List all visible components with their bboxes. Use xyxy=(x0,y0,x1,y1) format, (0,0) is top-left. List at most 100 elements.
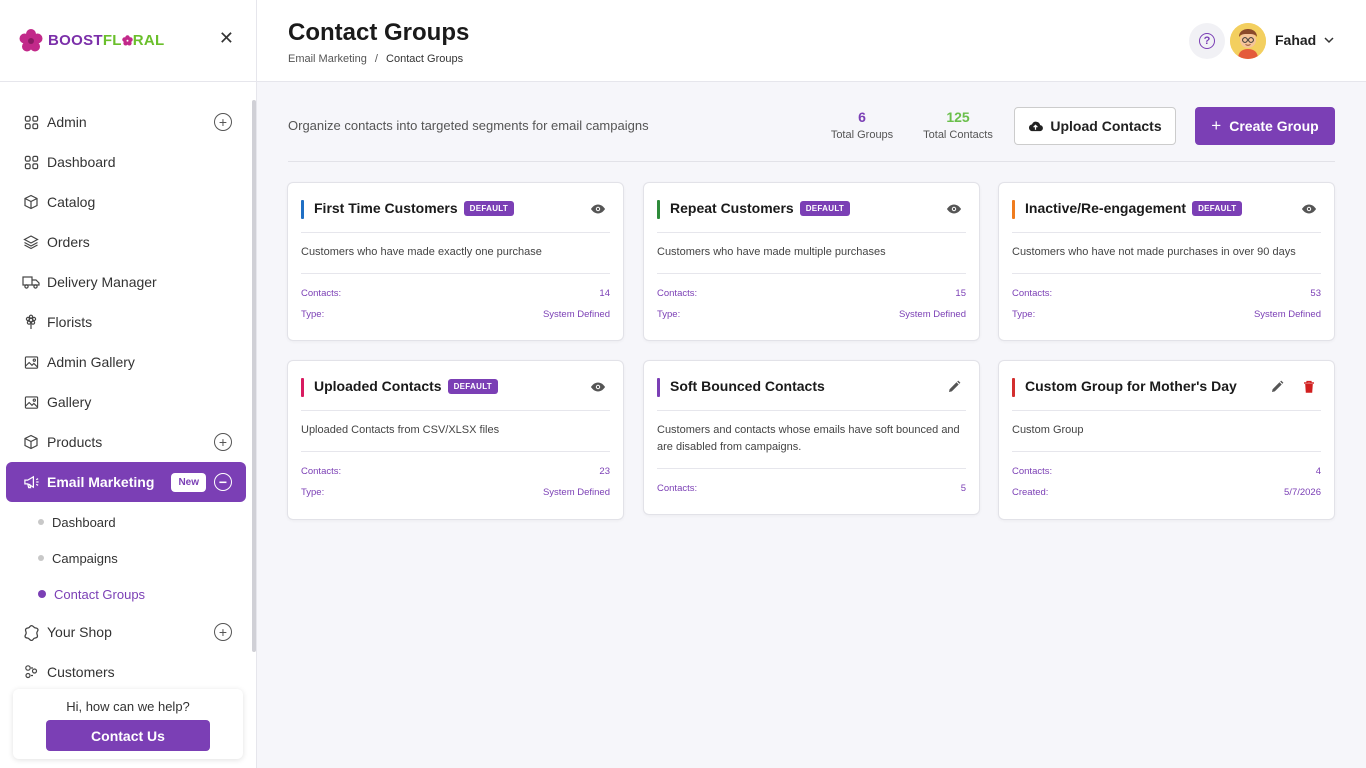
group-card-header: Uploaded Contacts DEFAULT xyxy=(301,361,610,411)
sidebar-item-label: Products xyxy=(47,434,103,450)
meta-value: 15 xyxy=(955,288,966,299)
group-description: Uploaded Contacts from CSV/XLSX files xyxy=(301,411,610,452)
sidebar-item-gallery[interactable]: Gallery xyxy=(0,382,256,422)
meta-label: Contacts: xyxy=(301,466,342,477)
subnav-item-campaigns[interactable]: Campaigns xyxy=(0,540,256,576)
group-title-text: Custom Group for Mother's Day xyxy=(1025,378,1237,394)
meta-value: System Defined xyxy=(1253,309,1321,320)
sidebar-item-label: Delivery Manager xyxy=(47,274,157,290)
page-description: Organize contacts into targeted segments… xyxy=(288,118,649,133)
bullet-icon xyxy=(38,519,44,525)
meta-value: 23 xyxy=(599,466,610,477)
brand-logo[interactable]: BOOSTFL RAL xyxy=(18,28,165,54)
view-eye-icon[interactable] xyxy=(1301,203,1317,215)
sidebar-item-florists[interactable]: Florists xyxy=(0,302,256,342)
upload-contacts-button[interactable]: Upload Contacts xyxy=(1014,107,1176,145)
image-icon xyxy=(22,353,40,371)
breadcrumb-current: Contact Groups xyxy=(386,53,464,65)
meta-value: 4 xyxy=(1315,466,1321,477)
default-badge: DEFAULT xyxy=(1192,201,1243,216)
group-accent-bar xyxy=(301,200,304,219)
group-title-text: Uploaded Contacts xyxy=(314,378,442,394)
user-avatar-icon xyxy=(1230,23,1266,59)
meta-label: Contacts: xyxy=(657,483,698,494)
sidebar-item-admin[interactable]: Admin + xyxy=(0,102,256,142)
image-icon xyxy=(22,393,40,411)
contact-us-button[interactable]: Contact Us xyxy=(46,720,210,751)
sidebar-item-customers[interactable]: Customers xyxy=(0,652,256,692)
chevron-down-icon[interactable] xyxy=(1323,34,1335,46)
meta-row: Created: 5/7/2026 xyxy=(1012,482,1321,503)
sidebar-item-delivery-manager[interactable]: Delivery Manager xyxy=(0,262,256,302)
expand-products-icon[interactable]: + xyxy=(214,433,232,451)
megaphone-icon xyxy=(22,473,40,491)
view-eye-icon[interactable] xyxy=(590,203,606,215)
expand-admin-icon[interactable]: + xyxy=(214,113,232,131)
group-title-text: Repeat Customers xyxy=(670,200,794,216)
edit-pencil-icon[interactable] xyxy=(1270,380,1284,394)
meta-label: Type: xyxy=(1012,309,1036,320)
sidebar-item-email-marketing[interactable]: Email Marketing New − xyxy=(6,462,246,502)
meta-row: Contacts: 53 xyxy=(1012,283,1321,304)
collapse-email-marketing-icon[interactable]: − xyxy=(214,473,232,491)
create-group-button[interactable]: + Create Group xyxy=(1195,107,1335,145)
sidebar-item-admin-gallery[interactable]: Admin Gallery xyxy=(0,342,256,382)
group-card-header: First Time Customers DEFAULT xyxy=(301,183,610,233)
subnav-item-contact-groups[interactable]: Contact Groups xyxy=(0,576,256,612)
sidebar-item-label: Customers xyxy=(47,664,115,680)
sidebar-item-orders[interactable]: Orders xyxy=(0,222,256,262)
close-sidebar-icon[interactable]: ✕ xyxy=(219,28,234,49)
user-name[interactable]: Fahad xyxy=(1275,32,1316,48)
meta-label: Contacts: xyxy=(657,288,698,299)
flower-o-icon xyxy=(122,35,133,46)
brand-name-part2: FL xyxy=(102,32,122,49)
sidebar-scrollbar[interactable] xyxy=(252,100,256,652)
box-icon xyxy=(22,193,40,211)
sidebar-item-label: Email Marketing xyxy=(47,474,155,490)
page-title: Contact Groups xyxy=(288,19,470,46)
sidebar-item-dashboard[interactable]: Dashboard xyxy=(0,142,256,182)
meta-label: Type: xyxy=(301,309,325,320)
meta-label: Type: xyxy=(657,309,681,320)
view-eye-icon[interactable] xyxy=(590,381,606,393)
avatar[interactable] xyxy=(1230,23,1266,59)
stat-total-groups: 6 Total Groups xyxy=(829,109,895,141)
box-icon xyxy=(22,433,40,451)
meta-label: Contacts: xyxy=(1012,466,1053,477)
sidebar-item-products[interactable]: Products + xyxy=(0,422,256,462)
breadcrumb-parent[interactable]: Email Marketing xyxy=(288,53,367,65)
sidebar-item-label: Admin xyxy=(47,114,87,130)
help-button[interactable]: ? xyxy=(1189,23,1225,59)
sidebar-item-label: Admin Gallery xyxy=(47,354,135,370)
meta-value: System Defined xyxy=(542,487,610,498)
subnav-item-dashboard[interactable]: Dashboard xyxy=(0,504,256,540)
sidebar-item-label: Your Shop xyxy=(47,624,112,640)
group-card[interactable]: Soft Bounced Contacts Customers and cont… xyxy=(643,360,980,515)
group-title-text: Inactive/Re-engagement xyxy=(1025,200,1187,216)
group-meta: Contacts: 15 Type: System Defined xyxy=(657,274,966,336)
sidebar-item-your-shop[interactable]: Your Shop + xyxy=(0,612,256,652)
group-card[interactable]: Repeat Customers DEFAULT Customers who ha… xyxy=(643,182,980,341)
divider xyxy=(288,161,1335,162)
meta-label: Contacts: xyxy=(301,288,342,299)
edit-pencil-icon[interactable] xyxy=(947,380,961,394)
meta-label: Type: xyxy=(301,487,325,498)
meta-value: System Defined xyxy=(898,309,966,320)
group-card[interactable]: Uploaded Contacts DEFAULT Uploaded Contac… xyxy=(287,360,624,520)
group-card-header: Soft Bounced Contacts xyxy=(657,361,966,411)
page-header: Contact Groups Email Marketing / Contact… xyxy=(257,0,1366,82)
group-card[interactable]: First Time Customers DEFAULT Customers wh… xyxy=(287,182,624,341)
group-card[interactable]: Custom Group for Mother's Day Custom Gro… xyxy=(998,360,1335,520)
grid-icon xyxy=(22,153,40,171)
view-eye-icon[interactable] xyxy=(946,203,962,215)
meta-value: 5/7/2026 xyxy=(1284,487,1321,498)
delete-trash-icon[interactable] xyxy=(1303,380,1315,394)
expand-your-shop-icon[interactable]: + xyxy=(214,623,232,641)
group-card[interactable]: Inactive/Re-engagement DEFAULT Customers … xyxy=(998,182,1335,341)
group-meta: Contacts: 4 Created: 5/7/2026 xyxy=(1012,452,1321,514)
group-card-header: Repeat Customers DEFAULT xyxy=(657,183,966,233)
sidebar-nav: Admin + Dashboard Catalog Orders Deliver… xyxy=(0,82,256,692)
sidebar-item-catalog[interactable]: Catalog xyxy=(0,182,256,222)
group-title: Uploaded Contacts DEFAULT xyxy=(314,378,498,394)
meta-row: Contacts: 23 xyxy=(301,461,610,482)
